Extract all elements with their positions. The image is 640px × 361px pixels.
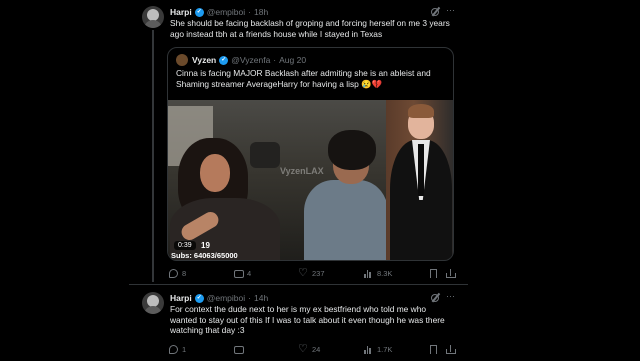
inset-photo [386,100,453,260]
tweet-header: Harpi ✓ @empiboi · 18h [170,7,268,17]
tweet-header: Harpi ✓ @empiboi · 14h [170,293,268,303]
views-button[interactable]: 1.7K [364,345,392,354]
share-icon [446,269,456,278]
quote-avatar [176,54,188,66]
verified-icon: ✓ [194,293,204,303]
repost-button[interactable] [234,345,247,354]
quoted-tweet[interactable]: Vyzen ✓ @Vyzenfa · Aug 20 Cinna is facin… [167,47,454,261]
tweet-time[interactable]: 14h [254,293,268,303]
video-subs-counter: Subs: 64063/65000 [171,251,238,260]
reply-button[interactable]: 1 [169,345,186,354]
tweet-text: For context the dude next to her is my e… [170,304,445,335]
verified-icon: ✓ [194,7,204,17]
author-name[interactable]: Harpi [170,293,192,303]
quote-author-name: Vyzen [192,55,217,65]
bookmark-button[interactable] [430,345,437,354]
author-name[interactable]: Harpi [170,7,192,17]
car-headrest [250,142,280,168]
video-overlay-number: 19 [201,241,210,250]
quote-video[interactable]: VyzenLAX 0:39 19 Subs: 64063/65000 [168,100,453,260]
video-timer: 0:39 [174,241,196,250]
like-button[interactable]: 24 [298,342,321,355]
grok-icon[interactable] [431,294,439,302]
bookmark-icon [430,345,437,354]
verified-icon: ✓ [219,55,229,65]
like-icon [298,266,308,279]
thread-connector-line [152,30,154,282]
more-icon[interactable]: ··· [446,291,455,301]
share-button[interactable] [446,345,456,354]
avatar[interactable] [142,6,164,28]
quote-text: Cinna is facing MAJOR Backlash after adm… [176,68,431,89]
quote-date: Aug 20 [279,55,307,65]
views-icon [364,345,373,354]
quote-header: Vyzen ✓ @Vyzenfa · Aug 20 [192,55,306,65]
video-watermark: VyzenLAX [280,166,324,176]
author-handle[interactable]: @empiboi [207,7,245,17]
person-left-face [200,154,230,192]
like-count: 237 [312,269,325,278]
grok-icon[interactable] [431,8,439,16]
separator-dot: · [273,55,277,65]
person-right-hair [328,130,376,170]
reply-count: 8 [182,269,187,278]
avatar-body [144,306,162,314]
author-handle[interactable]: @empiboi [207,293,245,303]
avatar[interactable] [142,292,164,314]
like-icon [298,342,308,355]
reply-icon [169,345,178,354]
bookmark-button[interactable] [430,269,437,278]
separator-dot: · [248,293,251,303]
reply-button[interactable]: 8 [169,269,186,278]
tweet-divider [129,284,468,285]
repost-icon [234,269,244,278]
photo-hair [408,104,434,118]
reply-icon [169,269,178,278]
quote-author-handle: @Vyzenfa [231,55,271,65]
tweet-text: She should be facing backlash of groping… [170,18,450,39]
views-button[interactable]: 8.3K [364,269,392,278]
video-frame-car: VyzenLAX [168,100,388,260]
repost-button[interactable]: 4 [234,269,251,278]
views-icon [364,269,373,278]
tweet-time[interactable]: 18h [254,7,268,17]
repost-count: 4 [247,269,252,278]
more-icon[interactable]: ··· [446,5,455,15]
share-icon [446,345,456,354]
photo-tie [418,144,424,196]
bookmark-icon [430,269,437,278]
repost-icon [234,345,244,354]
like-button[interactable]: 237 [298,266,325,279]
like-count: 24 [312,345,321,354]
separator-dot: · [248,7,251,17]
avatar-body [144,20,162,28]
views-count: 1.7K [377,345,393,354]
share-button[interactable] [446,269,456,278]
person-right-body [304,180,388,260]
reply-count: 1 [182,345,187,354]
views-count: 8.3K [377,269,393,278]
